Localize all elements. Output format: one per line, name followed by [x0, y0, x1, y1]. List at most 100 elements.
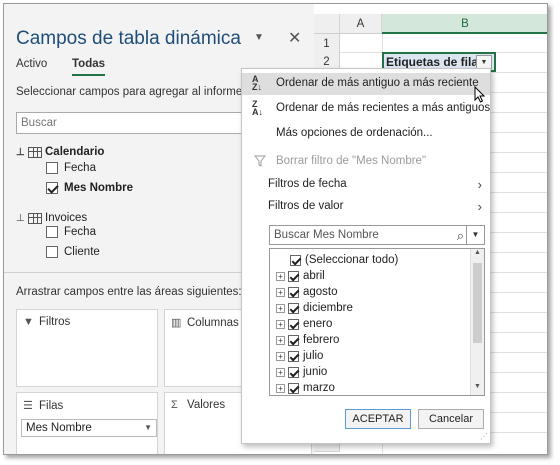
list-item-select-all[interactable]: (Seleccionar todo)	[290, 252, 398, 268]
field-label: Cliente	[64, 246, 100, 258]
sort-oldest-to-newest[interactable]: A Z↓ Ordenar de más antiguo a más recient…	[242, 73, 490, 95]
list-item[interactable]: + junio	[276, 364, 327, 380]
filter-search-field[interactable]: Buscar Mes Nombre ⌕ ▼	[269, 225, 485, 245]
expand-icon[interactable]: +	[276, 303, 285, 313]
pane-options-dropdown-icon[interactable]: ▼	[254, 32, 264, 43]
checkbox[interactable]	[288, 366, 299, 378]
area-header: ▼ Filtros	[23, 316, 70, 328]
list-item[interactable]: + julio	[276, 348, 323, 364]
list-item[interactable]: + agosto	[276, 284, 338, 300]
sort-filter-menu: A Z↓ Ordenar de más antiguo a más recient…	[241, 68, 491, 444]
clear-filter[interactable]: Borrar filtro de "Mes Nombre"	[242, 151, 490, 173]
collapse-icon[interactable]: ⊥	[16, 147, 28, 158]
item-label: enero	[303, 318, 333, 330]
chip-label: Mes Nombre	[26, 422, 92, 434]
area-filtros[interactable]: ▼ Filtros	[16, 309, 158, 387]
field-item[interactable]: Mes Nombre	[46, 182, 133, 194]
pane-title: Campos de tabla dinámica	[16, 28, 241, 49]
chevron-right-icon: ›	[477, 199, 482, 214]
field-item[interactable]: Fecha	[46, 226, 96, 238]
list-item[interactable]: + enero	[276, 316, 332, 332]
menu-item-label: Más opciones de ordenación...	[276, 127, 433, 139]
chevron-right-icon: ›	[477, 177, 482, 192]
checkbox[interactable]	[288, 334, 299, 346]
field-checkbox[interactable]	[46, 226, 58, 238]
date-filters[interactable]: Filtros de fecha ›	[242, 174, 490, 196]
tab-activo[interactable]: Activo	[16, 58, 47, 70]
expand-icon[interactable]: +	[276, 287, 285, 297]
checkbox[interactable]	[290, 254, 301, 266]
search-icon[interactable]: ⌕	[457, 228, 464, 244]
scroll-down-icon[interactable]: ▼	[471, 383, 484, 395]
field-checkbox[interactable]	[46, 182, 58, 194]
menu-item-label: Ordenar de más recientes a más antiguos	[276, 102, 491, 114]
checkbox[interactable]	[288, 318, 299, 330]
list-item[interactable]: + febrero	[276, 332, 339, 348]
area-filas[interactable]: ☰ Filas Mes Nombre ▼	[16, 392, 158, 454]
filter-value-list: (Seleccionar todo) + abril + agosto + di…	[269, 248, 485, 396]
expand-icon[interactable]: +	[276, 383, 285, 393]
area-header: Σ Valores	[171, 399, 225, 411]
menu-item-label: Filtros de fecha	[268, 178, 347, 190]
area-header: ▥ Columnas	[171, 316, 239, 330]
filter-dropdown-button[interactable]: ▼	[476, 55, 492, 69]
select-all-corner[interactable]	[314, 14, 340, 34]
cancel-button[interactable]: Cancelar	[418, 409, 484, 429]
checkbox[interactable]	[288, 350, 299, 362]
list-scrollbar[interactable]: ▲ ▼	[470, 249, 484, 395]
menu-item-label: Filtros de valor	[268, 200, 344, 212]
expand-icon[interactable]: +	[276, 351, 285, 361]
table-node-invoices[interactable]: ⊥ Invoices	[16, 212, 87, 224]
search-placeholder: Buscar Mes Nombre	[274, 229, 379, 241]
areas-instruction: Arrastrar campos entre las áreas siguien…	[16, 286, 242, 298]
value-filters[interactable]: Filtros de valor ›	[242, 196, 490, 218]
menu-item-label: Ordenar de más antiguo a más reciente	[276, 77, 479, 89]
filas-field-chip[interactable]: Mes Nombre ▼	[21, 419, 157, 437]
field-label: Mes Nombre	[64, 182, 134, 194]
field-label: Fecha	[64, 162, 96, 174]
item-label: junio	[303, 366, 328, 378]
list-item[interactable]: + marzo	[276, 380, 335, 395]
field-checkbox[interactable]	[46, 162, 58, 174]
item-label: (Seleccionar todo)	[305, 254, 399, 266]
checkbox[interactable]	[288, 286, 299, 298]
row-labels-header: Etiquetas de fila	[386, 55, 479, 69]
list-item[interactable]: + abril	[276, 268, 325, 284]
window-frame: Campos de tabla dinámica ▼ ✕ Activo Toda…	[3, 3, 548, 455]
expand-icon[interactable]: +	[276, 335, 285, 345]
field-checkbox[interactable]	[46, 246, 58, 258]
table-icon	[28, 212, 42, 224]
clear-filter-icon	[254, 155, 266, 167]
expand-icon[interactable]: +	[276, 319, 285, 329]
tab-todas[interactable]: Todas	[72, 58, 106, 76]
expand-icon[interactable]: +	[276, 271, 285, 281]
row-header-1[interactable]: 1	[314, 34, 340, 54]
chevron-down-icon[interactable]: ▼	[144, 423, 152, 432]
resize-grip-icon[interactable]: ⋰	[480, 433, 488, 441]
chevron-down-icon[interactable]: ▼	[466, 226, 484, 244]
item-label: julio	[303, 350, 324, 362]
scrollbar-thumb[interactable]	[473, 263, 482, 343]
mouse-cursor-icon	[474, 86, 486, 103]
filter-icon: ▼	[23, 316, 34, 328]
expand-icon[interactable]: +	[276, 367, 285, 377]
accept-button[interactable]: ACEPTAR	[345, 409, 411, 429]
scroll-up-icon[interactable]: ▲	[471, 249, 484, 261]
sort-newest-to-oldest[interactable]: Z A↓ Ordenar de más recientes a más antig…	[242, 98, 490, 120]
checkbox[interactable]	[288, 382, 299, 394]
list-item[interactable]: + diciembre	[276, 300, 353, 316]
field-item[interactable]: Fecha	[46, 162, 96, 174]
item-label: marzo	[303, 382, 335, 394]
table-name: Calendario	[45, 146, 105, 158]
field-item[interactable]: Cliente	[46, 246, 100, 258]
more-sort-options[interactable]: Más opciones de ordenación...	[242, 123, 490, 145]
item-label: abril	[303, 270, 325, 282]
table-node-calendario[interactable]: ⊥ Calendario	[16, 146, 104, 158]
column-header-a[interactable]: A	[340, 14, 382, 34]
close-icon[interactable]: ✕	[288, 28, 301, 48]
checkbox[interactable]	[288, 270, 299, 282]
checkbox[interactable]	[288, 302, 299, 314]
collapse-icon[interactable]: ⊥	[16, 213, 28, 224]
column-header-b[interactable]: B	[382, 14, 547, 34]
sort-a-z-icon: A Z↓	[252, 74, 262, 92]
